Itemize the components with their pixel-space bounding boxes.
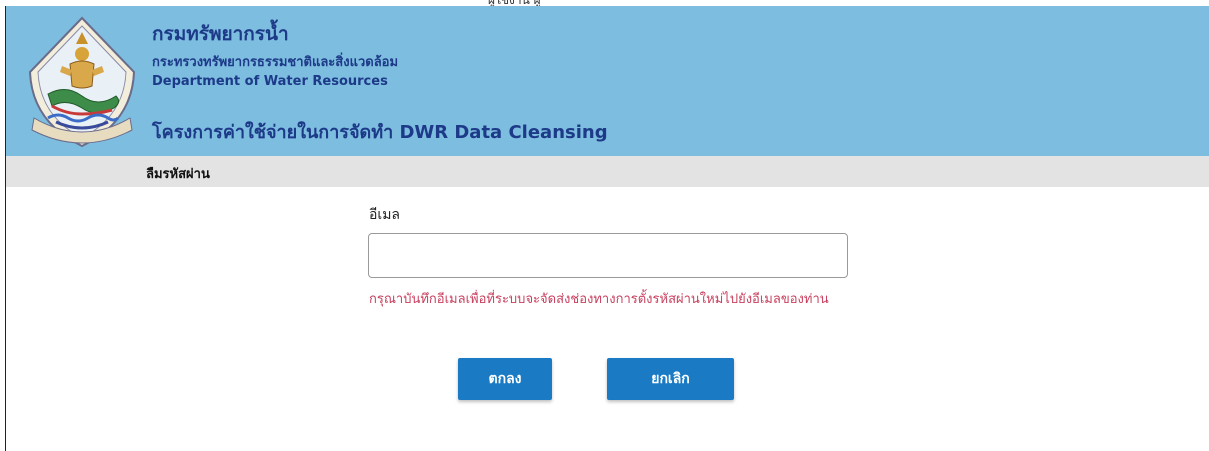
dwr-seal-icon [28,16,136,148]
email-label: อีเมล [369,207,401,223]
email-hint: กรุณาบันทึกอีเมลเพื่อที่ระบบจะจัดส่งช่อง… [369,292,829,307]
page-title: ลืมรหัสผ่าน [146,167,210,182]
org-name-english: Department of Water Resources [152,74,388,89]
cancel-button[interactable]: ยกเลิก [607,358,734,400]
site-header: กรมทรัพยากรน้ำ กระทรวงทรัพยากรธรรมชาติแล… [6,6,1209,156]
ministry-name: กระทรวงทรัพยากรธรรมชาติและสิ่งแวดล้อม [152,55,399,70]
email-input[interactable] [368,233,848,278]
org-name-thai: กรมทรัพยากรน้ำ [152,23,289,45]
project-title: โครงการค่าใช้จ่ายในการจัดทำ DWR Data Cle… [152,122,608,143]
page-title-bar: ลืมรหัสผ่าน [6,156,1209,187]
ok-button[interactable]: ตกลง [458,358,552,400]
